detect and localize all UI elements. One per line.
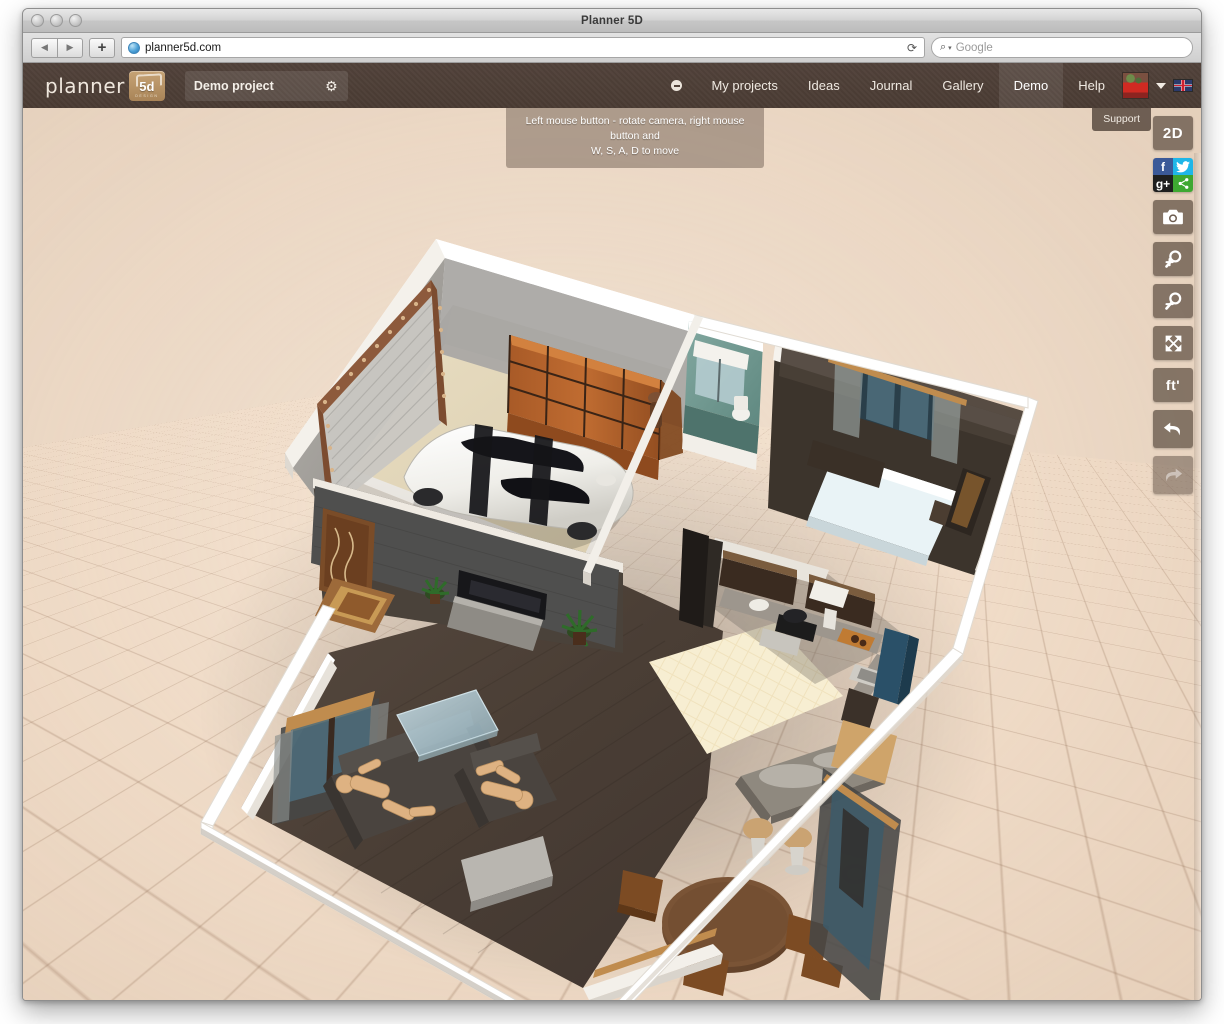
planner5d-logo[interactable]: planner 5d DESIGN: [45, 71, 165, 101]
navigation-buttons: ◀ ▶: [31, 38, 83, 58]
project-selector[interactable]: Demo project ⚙: [185, 71, 348, 101]
user-menu[interactable]: [1120, 63, 1201, 108]
back-button[interactable]: ◀: [31, 38, 57, 58]
reload-icon[interactable]: ⟳: [904, 40, 920, 56]
main-navigation: My projects Ideas Journal Gallery Demo H…: [657, 63, 1201, 108]
house-svg: [23, 108, 1201, 1000]
fullscreen-button[interactable]: [1153, 326, 1193, 360]
nav-item-help[interactable]: Help: [1063, 63, 1120, 108]
site-globe-icon: [128, 42, 140, 54]
design-canvas[interactable]: Left mouse button - rotate camera, right…: [23, 108, 1201, 1000]
browser-toolbar: ◀ ▶ + planner5d.com ⟳ ⌕ ▾ Google: [23, 33, 1201, 63]
share-icon[interactable]: [1173, 175, 1193, 192]
social-share-buttons[interactable]: f g+: [1153, 158, 1193, 192]
facebook-icon[interactable]: f: [1153, 158, 1173, 175]
chevron-down-icon[interactable]: [1156, 83, 1166, 89]
google-plus-icon[interactable]: g+: [1153, 175, 1173, 192]
browser-search-field[interactable]: ⌕ ▾ Google: [931, 37, 1193, 58]
hint-line-2: W, S, A, D to move: [514, 144, 756, 159]
nav-item-demo[interactable]: Demo: [999, 63, 1064, 108]
nav-item-ideas[interactable]: Ideas: [793, 63, 855, 108]
zoom-window-button[interactable]: [69, 14, 82, 27]
browser-window: Planner 5D ◀ ▶ + planner5d.com ⟳ ⌕ ▾ Goo…: [22, 8, 1202, 1001]
address-bar[interactable]: planner5d.com ⟳: [121, 37, 925, 58]
undo-button[interactable]: [1153, 410, 1193, 448]
nav-item-my-projects[interactable]: My projects: [696, 63, 792, 108]
brand-badge-subtext: DESIGN: [135, 94, 158, 98]
app-header: planner 5d DESIGN Demo project ⚙ My proj…: [23, 63, 1201, 108]
support-button[interactable]: Support: [1092, 108, 1151, 131]
camera-icon: [1162, 208, 1184, 226]
language-flag-icon[interactable]: [1173, 79, 1193, 92]
units-button[interactable]: ft': [1153, 368, 1193, 402]
zoom-in-button[interactable]: [1153, 242, 1193, 276]
avatar[interactable]: [1122, 72, 1149, 99]
window-title: Planner 5D: [581, 15, 643, 27]
view-mode-2d-label: 2D: [1163, 125, 1183, 142]
share-nodes-glyph: [1177, 177, 1190, 190]
camera-controls-hint: Left mouse button - rotate camera, right…: [506, 108, 764, 168]
nav-item-dot[interactable]: [657, 63, 696, 108]
web-page: planner 5d DESIGN Demo project ⚙ My proj…: [23, 63, 1201, 1000]
brand-badge-icon: 5d DESIGN: [129, 71, 165, 101]
view-mode-2d-button[interactable]: 2D: [1153, 116, 1193, 150]
project-name-label: Demo project: [194, 79, 274, 93]
address-bar-url: planner5d.com: [145, 42, 221, 54]
new-tab-button[interactable]: +: [89, 38, 115, 58]
redo-icon: [1162, 465, 1184, 485]
gear-icon[interactable]: ⚙: [324, 78, 339, 93]
fullscreen-icon: [1163, 333, 1184, 354]
search-dropdown-icon[interactable]: ▾: [948, 44, 952, 52]
twitter-icon[interactable]: [1173, 158, 1193, 175]
zoom-out-icon: [1163, 291, 1184, 312]
zoom-out-button[interactable]: [1153, 284, 1193, 318]
minus-circle-icon: [671, 80, 682, 91]
search-icon: ⌕: [940, 41, 946, 54]
twitter-bird-glyph: [1176, 161, 1190, 173]
hint-line-1: Left mouse button - rotate camera, right…: [514, 114, 756, 144]
page-scroll-gutter[interactable]: [1194, 153, 1201, 1000]
window-traffic-lights: [31, 14, 82, 27]
close-window-button[interactable]: [31, 14, 44, 27]
floorplan-3d-render[interactable]: [23, 108, 1201, 1000]
window-titlebar: Planner 5D: [23, 9, 1201, 33]
nav-item-journal[interactable]: Journal: [855, 63, 928, 108]
screenshot-button[interactable]: [1153, 200, 1193, 234]
redo-button[interactable]: [1153, 456, 1193, 494]
minimize-window-button[interactable]: [50, 14, 63, 27]
undo-icon: [1162, 419, 1184, 439]
brand-wordmark: planner: [45, 74, 125, 98]
forward-button[interactable]: ▶: [57, 38, 83, 58]
units-label: ft': [1166, 377, 1180, 393]
browser-search-placeholder: Google: [956, 42, 993, 54]
canvas-toolbar: 2D f g+: [1153, 116, 1193, 494]
nav-item-gallery[interactable]: Gallery: [927, 63, 998, 108]
zoom-in-icon: [1163, 249, 1184, 270]
brand-badge-text: 5d: [139, 80, 154, 93]
